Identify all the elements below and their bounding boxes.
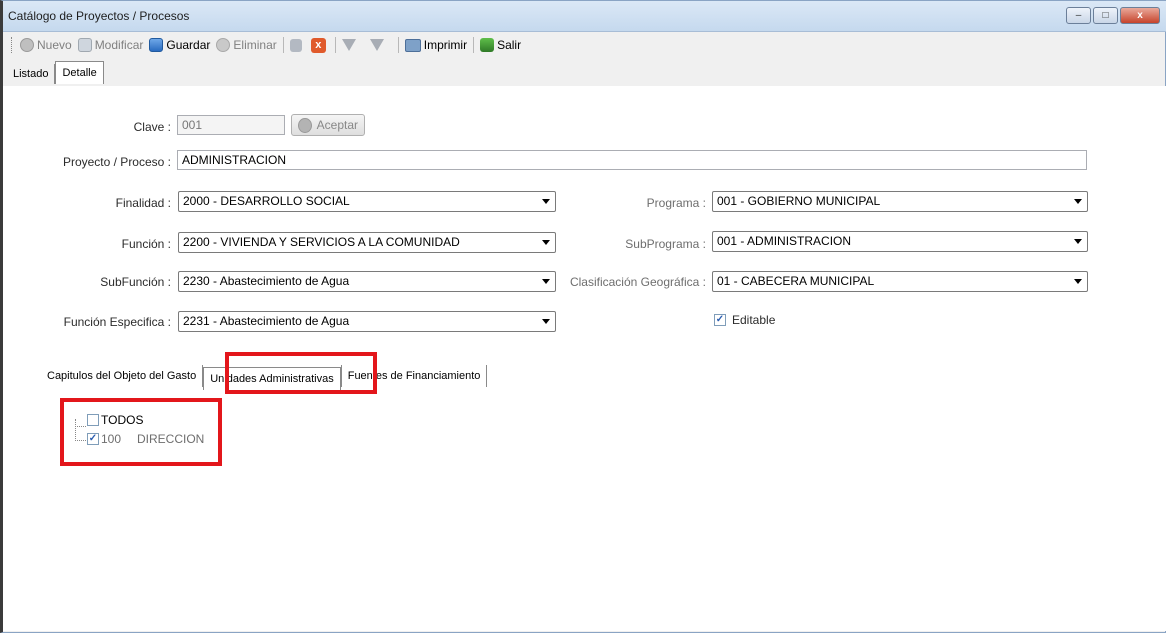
window-title: Catálogo de Proyectos / Procesos [8, 9, 190, 23]
highlight-box-tree [60, 398, 222, 466]
guardar-label: Guardar [166, 38, 211, 52]
funcion-especifica-select[interactable]: 2231 - Abastecimiento de Agua [178, 311, 556, 332]
subfuncion-label: SubFunción : [100, 275, 171, 289]
funcion-especifica-value: 2231 - Abastecimiento de Agua [183, 314, 350, 328]
clear-filter-button[interactable] [369, 39, 392, 51]
subprograma-label: SubPrograma : [625, 237, 706, 251]
new-icon [20, 38, 34, 52]
editable-checkbox[interactable]: ✓ [714, 314, 726, 326]
chevron-down-icon [1074, 279, 1082, 284]
document-icon [289, 38, 302, 52]
chevron-down-icon [1074, 199, 1082, 204]
nuevo-label: Nuevo [37, 38, 72, 52]
cancel-button[interactable]: x [310, 37, 329, 53]
toolbar-separator [473, 37, 475, 53]
proyecto-label: Proyecto / Proceso : [62, 155, 171, 169]
toolbar-separator [334, 37, 336, 53]
finalidad-select[interactable]: 2000 - DESARROLLO SOCIAL [178, 191, 556, 212]
modificar-button[interactable]: Modificar [77, 38, 144, 52]
filter-icon [341, 39, 356, 51]
toolbar-grip[interactable] [11, 37, 16, 53]
window-controls: – □ x [1064, 7, 1160, 24]
imprimir-button[interactable]: Imprimir [404, 38, 468, 52]
close-button[interactable]: x [1120, 7, 1160, 24]
chevron-down-icon [542, 319, 550, 324]
printer-icon [404, 38, 421, 52]
title-bar: Catálogo de Proyectos / Procesos – □ x [3, 1, 1166, 32]
chevron-down-icon [542, 240, 550, 245]
toolbar-separator [282, 37, 284, 53]
save-icon [149, 38, 164, 52]
funcion-label: Función : [121, 237, 171, 251]
clasificacion-label: Clasificación Geográfica : [569, 275, 706, 289]
subprograma-select[interactable]: 001 - ADMINISTRACION [712, 231, 1088, 252]
clasificacion-select[interactable]: 01 - CABECERA MUNICIPAL [712, 271, 1088, 292]
document-button[interactable] [289, 38, 305, 52]
chevron-down-icon [1074, 239, 1082, 244]
check-circle-icon [298, 117, 312, 133]
funcion-especifica-label: Función Especifica : [63, 315, 171, 329]
editable-label: Editable [732, 313, 776, 327]
programa-value: 001 - GOBIERNO MUNICIPAL [717, 194, 881, 208]
delete-icon [216, 38, 231, 52]
funcion-value: 2200 - VIVIENDA Y SERVICIOS A LA COMUNID… [183, 235, 460, 249]
highlight-box-tab [225, 352, 377, 394]
guardar-button[interactable]: Guardar [149, 38, 210, 52]
edit-icon [77, 38, 92, 52]
tab-listado[interactable]: Listado [7, 64, 56, 84]
subfuncion-value: 2230 - Abastecimiento de Agua [183, 274, 350, 288]
tab-separator [486, 365, 488, 387]
aceptar-label: Aceptar [316, 118, 358, 132]
minimize-button[interactable]: – [1066, 7, 1091, 24]
finalidad-label: Finalidad : [115, 196, 171, 210]
clasificacion-value: 01 - CABECERA MUNICIPAL [717, 274, 875, 288]
maximize-button[interactable]: □ [1093, 7, 1118, 24]
main-tabs: Listado Detalle [7, 60, 104, 84]
salir-button[interactable]: Salir [480, 38, 521, 52]
subprograma-value: 001 - ADMINISTRACION [717, 234, 852, 248]
tab-detalle[interactable]: Detalle [55, 61, 104, 84]
programa-select[interactable]: 001 - GOBIERNO MUNICIPAL [712, 191, 1088, 212]
eliminar-label: Eliminar [233, 38, 277, 52]
eliminar-button[interactable]: Eliminar [216, 38, 277, 52]
finalidad-value: 2000 - DESARROLLO SOCIAL [183, 194, 350, 208]
programa-label: Programa : [646, 196, 706, 210]
subfuncion-select[interactable]: 2230 - Abastecimiento de Agua [178, 271, 556, 292]
chevron-down-icon [542, 279, 550, 284]
clave-field[interactable]: 001 [177, 115, 285, 135]
toolbar: Nuevo Modificar Guardar Eliminar x Impri… [3, 34, 1166, 56]
cancel-icon: x [310, 37, 326, 53]
proyecto-field[interactable]: ADMINISTRACION [177, 150, 1087, 170]
nuevo-button[interactable]: Nuevo [20, 38, 72, 52]
filter-button[interactable] [341, 39, 364, 51]
app-window: Catálogo de Proyectos / Procesos – □ x N… [0, 0, 1166, 633]
modificar-label: Modificar [94, 38, 144, 52]
tab-capitulos[interactable]: Capitulos del Objeto del Gasto [41, 365, 202, 387]
clear-filter-icon [369, 39, 384, 51]
chevron-down-icon [542, 199, 550, 204]
aceptar-button[interactable]: Aceptar [291, 114, 365, 136]
imprimir-label: Imprimir [423, 38, 468, 52]
clave-label: Clave : [133, 120, 171, 134]
toolbar-separator [397, 37, 399, 53]
salir-label: Salir [497, 38, 522, 52]
funcion-select[interactable]: 2200 - VIVIENDA Y SERVICIOS A LA COMUNID… [178, 232, 556, 253]
exit-icon [480, 38, 495, 52]
